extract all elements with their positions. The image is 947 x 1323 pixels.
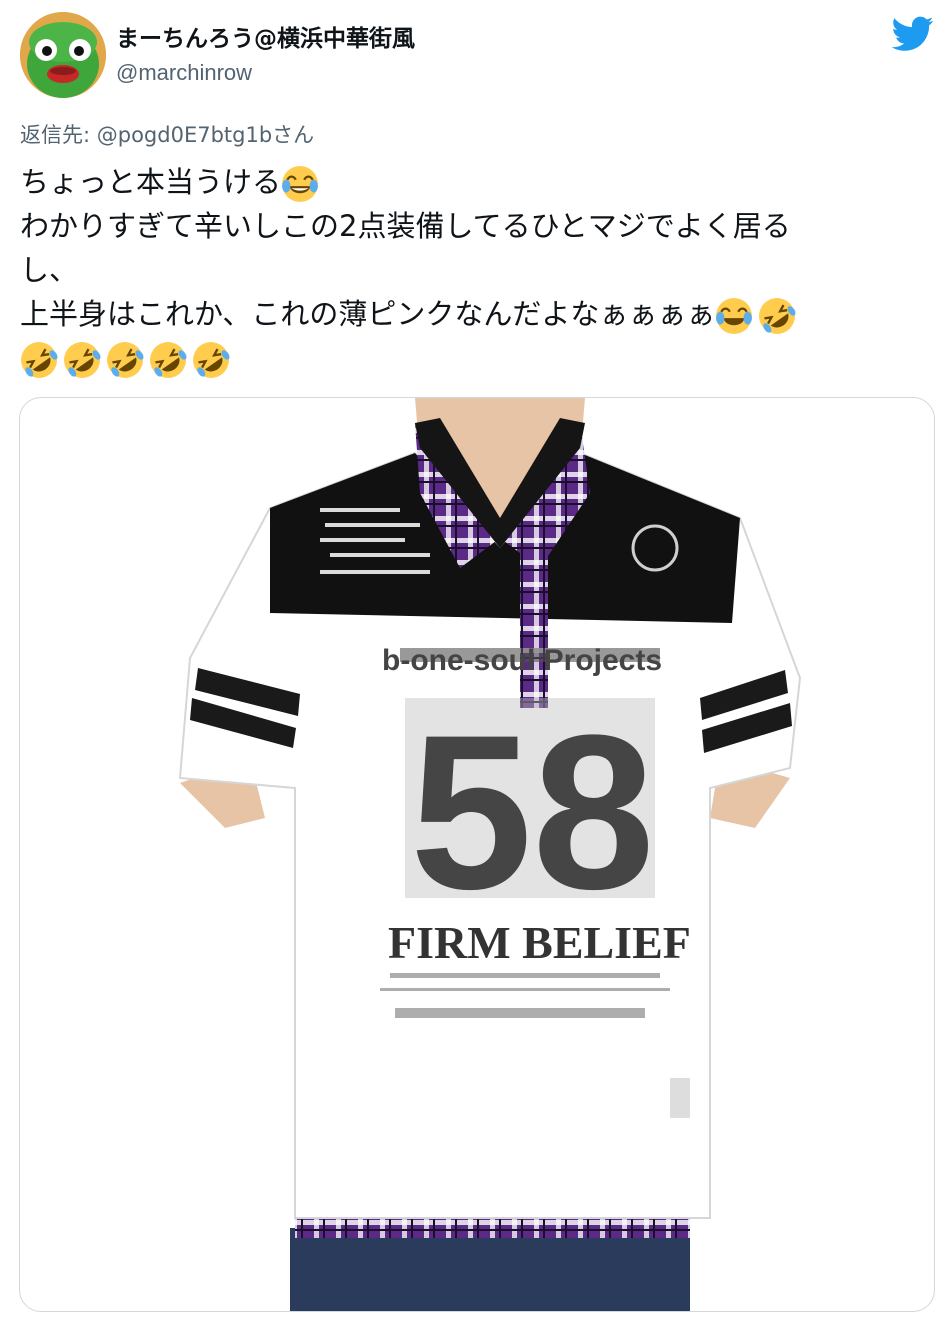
rolling-on-the-floor-laughing-emoji: [20, 341, 58, 379]
shirt-number: 58: [410, 689, 655, 935]
face-with-tears-of-joy-emoji: [715, 297, 753, 335]
shirt-photo: b-one-soul Projects 58 FIRM BELIEF: [178, 398, 802, 1311]
twitter-bird-icon[interactable]: [892, 16, 934, 52]
user-handle[interactable]: @marchinrow: [116, 58, 415, 88]
tweet-header: まーちんろう@横浜中華街風 @marchinrow: [20, 12, 934, 100]
tweet-line-2: わかりすぎて辛いしこの2点装備してるひとマジでよく居る: [20, 209, 791, 243]
display-name[interactable]: まーちんろう@横浜中華街風: [116, 24, 415, 54]
rolling-on-the-floor-laughing-emoji: [63, 341, 101, 379]
rolling-on-the-floor-laughing-emoji: [192, 341, 230, 379]
tweet-line-1: ちょっと本当うける: [20, 160, 920, 204]
tweet-media-photo[interactable]: b-one-soul Projects 58 FIRM BELIEF: [19, 397, 935, 1312]
face-with-tears-of-joy-emoji: [281, 165, 319, 203]
tweet-line-5: [20, 336, 920, 380]
tweet-line-3: し、: [20, 253, 79, 287]
rolling-on-the-floor-laughing-emoji: [149, 341, 187, 379]
rolling-on-the-floor-laughing-emoji: [106, 341, 144, 379]
shirt-brand-line: b-one-soul Projects: [382, 644, 662, 677]
user-names: まーちんろう@横浜中華街風 @marchinrow: [116, 24, 415, 88]
tweet-line-4-text: 上半身はこれか、これの薄ピンクなんだよなぁぁぁぁ: [20, 297, 716, 331]
tweet-card: まーちんろう@横浜中華街風 @marchinrow 返信先: @pogd0E7b…: [0, 0, 947, 1323]
tweet-line-4: 上半身はこれか、これの薄ピンクなんだよなぁぁぁぁ: [20, 292, 920, 336]
reply-to-label[interactable]: 返信先: @pogd0E7btg1bさん: [20, 120, 314, 150]
rolling-on-the-floor-laughing-emoji: [758, 297, 796, 335]
tweet-line-1-text: ちょっと本当うける: [20, 165, 282, 199]
tweet-text: ちょっと本当うける わかりすぎて辛いしこの2点装備してるひとマジでよく居る し、…: [20, 160, 920, 380]
avatar[interactable]: [20, 12, 106, 98]
shirt-slogan: FIRM BELIEF: [388, 917, 691, 968]
avatar-image: [20, 12, 106, 98]
